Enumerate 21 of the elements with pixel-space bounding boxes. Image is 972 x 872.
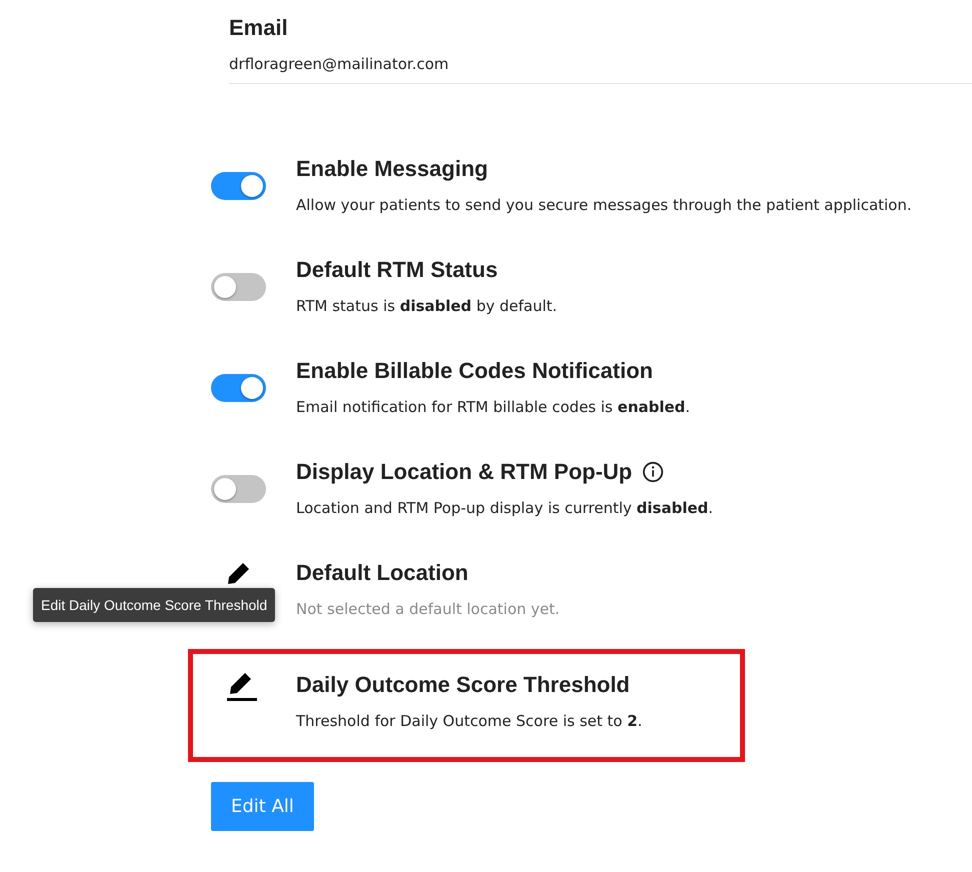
setting-description: Allow your patients to send you secure messages through the patient application. — [296, 196, 913, 214]
setting-description: Email notification for RTM billable codes is enabled. — [296, 398, 692, 416]
pencil-icon[interactable] — [226, 670, 258, 702]
toggle-switch[interactable] — [211, 172, 266, 200]
toggle-switch[interactable] — [211, 273, 266, 301]
field-label: Email — [229, 15, 289, 41]
email-field[interactable]: drfloragreen@mailinator.com — [229, 55, 972, 73]
toggle-switch[interactable] — [211, 475, 266, 503]
setting-title: Default RTM Status — [296, 257, 498, 283]
setting-description: Location and RTM Pop-up display is currently disabled. — [296, 499, 714, 517]
setting-title: Display Location & RTM Pop-Up — [296, 459, 632, 485]
setting-description: Threshold for Daily Outcome Score is set to 2. — [296, 712, 644, 730]
setting-title: Daily Outcome Score Threshold — [296, 672, 630, 698]
tooltip: Edit Daily Outcome Score Threshold — [33, 588, 276, 622]
setting-title: Enable Billable Codes Notification — [296, 358, 653, 384]
setting-title: Enable Messaging — [296, 156, 488, 182]
setting-description: Not selected a default location yet. — [296, 600, 561, 618]
toggle-switch[interactable] — [211, 374, 266, 402]
setting-description: RTM status is disabled by default. — [296, 297, 558, 315]
info-icon[interactable] — [642, 461, 664, 483]
setting-title: Default Location — [296, 560, 468, 586]
